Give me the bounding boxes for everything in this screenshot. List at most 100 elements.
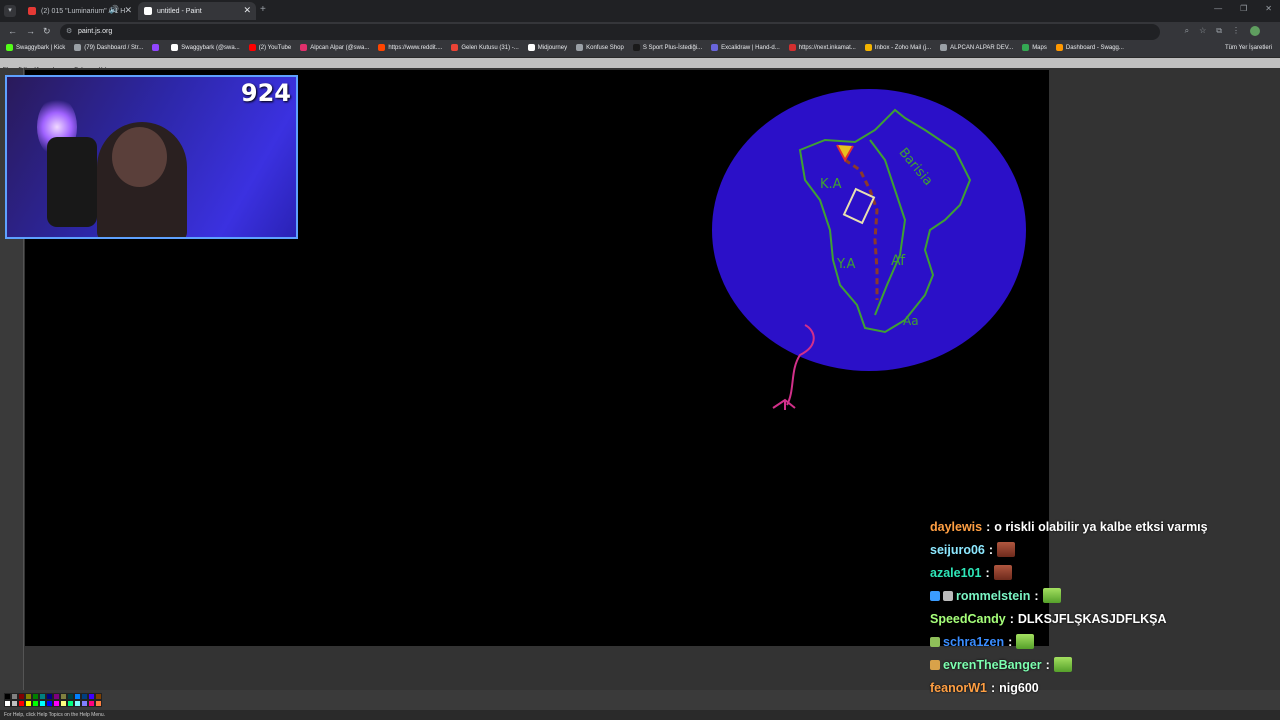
bookmark-item[interactable] xyxy=(152,44,162,51)
bookmark-favicon-icon xyxy=(788,44,796,51)
palette-swatch[interactable] xyxy=(95,693,102,700)
chat-message: daylewis: o riskli olabilir ya kalbe etks… xyxy=(930,515,1270,538)
palette-swatch[interactable] xyxy=(25,700,32,707)
color-palette[interactable] xyxy=(4,693,102,707)
bookmarks-bar: Swaggybark | Kick (79) Dashboard / Str...… xyxy=(0,42,1280,58)
bookmark-label: Midjourney xyxy=(537,44,568,51)
bookmark-item[interactable]: Midjourney xyxy=(527,44,568,51)
bookmark-label: Inbox - Zoho Mail (j... xyxy=(874,44,932,51)
bookmark-item[interactable]: Inbox - Zoho Mail (j... xyxy=(864,44,932,51)
palette-swatch[interactable] xyxy=(74,700,81,707)
extensions-icon[interactable]: ⧉ xyxy=(1216,26,1222,36)
palette-swatch[interactable] xyxy=(32,693,39,700)
bookmark-label: (79) Dashboard / Str... xyxy=(84,44,144,51)
palette-swatch[interactable] xyxy=(18,693,25,700)
chat-username: seijuro06 xyxy=(930,542,985,557)
palette-swatch[interactable] xyxy=(25,693,32,700)
url-input[interactable]: ⚙ paint.js.org xyxy=(60,24,1160,40)
palette-swatch[interactable] xyxy=(39,693,46,700)
map-label-af: Af xyxy=(891,253,906,269)
bookmark-star-icon[interactable]: ☆ xyxy=(1199,26,1206,36)
new-tab-button[interactable]: + xyxy=(260,4,266,15)
palette-swatch[interactable] xyxy=(88,700,95,707)
bookmark-item[interactable]: Dashboard - Swagg... xyxy=(1055,44,1124,51)
menu-icon[interactable]: ⋮ xyxy=(1232,26,1240,36)
bookmark-favicon-icon xyxy=(248,44,256,51)
chat-separator: : xyxy=(1008,634,1013,649)
tab-youtube[interactable]: (2) 015 "Luminarium" // 1 H 🔊 ✕ xyxy=(22,2,137,20)
minimize-icon[interactable]: — xyxy=(1214,4,1222,13)
chat-text: DLKSJFLŞKASJDFLKŞA xyxy=(1017,611,1167,626)
map-label-ka: K.A xyxy=(820,177,842,192)
frog-emote-icon xyxy=(1053,657,1072,672)
chat-message: schra1zen: xyxy=(930,630,1270,653)
palette-swatch[interactable] xyxy=(39,700,46,707)
chat-text: nig600 xyxy=(999,680,1039,695)
bookmark-item[interactable]: https://next.inkamat... xyxy=(788,44,856,51)
bookmark-item[interactable]: ALPCAN ALPAR DEV... xyxy=(940,44,1013,51)
all-bookmarks-button[interactable]: Tüm Yer İşaretleri xyxy=(1225,45,1272,51)
palette-swatch[interactable] xyxy=(67,693,74,700)
forward-icon[interactable]: → xyxy=(26,26,35,36)
back-icon[interactable]: ← xyxy=(8,26,17,36)
close-tab-icon[interactable]: ✕ xyxy=(243,5,251,16)
bookmark-item[interactable]: (2) YouTube xyxy=(248,44,291,51)
zoom-icon[interactable]: ⌕ xyxy=(1185,26,1189,36)
frog-emote-icon xyxy=(1016,634,1035,649)
tab-search-icon[interactable]: ▾ xyxy=(4,5,16,17)
palette-swatch[interactable] xyxy=(46,700,53,707)
bookmark-favicon-icon xyxy=(74,44,82,51)
speaker-icon[interactable]: 🔊 xyxy=(109,5,119,14)
bookmark-item[interactable]: Gelen Kutusu (31) -... xyxy=(451,44,519,51)
palette-swatch[interactable] xyxy=(46,693,53,700)
bookmark-item[interactable]: Swaggybark (@swa... xyxy=(171,44,240,51)
streamer-head xyxy=(112,127,167,187)
palette-swatch[interactable] xyxy=(53,693,60,700)
bookmark-item[interactable]: Maps xyxy=(1022,44,1047,51)
bookmark-item[interactable]: Alpcan Alpar (@swa... xyxy=(300,44,369,51)
palette-swatch[interactable] xyxy=(60,693,67,700)
site-info-icon[interactable]: ⚙ xyxy=(66,24,72,40)
angry-emote-icon xyxy=(993,565,1012,580)
close-tab-icon[interactable]: ✕ xyxy=(124,5,132,16)
maximize-icon[interactable]: ❐ xyxy=(1240,4,1247,13)
status-bar: For Help, click Help Topics on the Help … xyxy=(0,710,1280,720)
bookmark-label: S Sport Plus-İstediği... xyxy=(642,44,703,51)
close-window-icon[interactable]: ✕ xyxy=(1265,4,1272,13)
bookmark-item[interactable]: https://www.reddit.... xyxy=(378,44,442,51)
palette-swatch[interactable] xyxy=(67,700,74,707)
bookmark-item[interactable]: S Sport Plus-İstediği... xyxy=(632,44,703,51)
palette-swatch[interactable] xyxy=(18,700,25,707)
palette-swatch[interactable] xyxy=(32,700,39,707)
palette-swatch[interactable] xyxy=(11,693,18,700)
tab-title: untitled - Paint xyxy=(157,7,202,15)
palette-swatch[interactable] xyxy=(4,693,11,700)
tab-bar: ▾ (2) 015 "Luminarium" // 1 H 🔊 ✕ untitl… xyxy=(0,0,1280,22)
chat-text: o riskli olabilir ya kalbe etksi varmış xyxy=(994,519,1208,534)
palette-swatch[interactable] xyxy=(4,700,11,707)
palette-swatch[interactable] xyxy=(74,693,81,700)
tab-paint[interactable]: untitled - Paint ✕ xyxy=(138,2,256,20)
palette-swatch[interactable] xyxy=(81,693,88,700)
palette-swatch[interactable] xyxy=(81,700,88,707)
palette-swatch[interactable] xyxy=(88,693,95,700)
palette-swatch[interactable] xyxy=(95,700,102,707)
angry-emote-icon xyxy=(997,542,1016,557)
youtube-icon xyxy=(28,7,36,15)
bookmark-item[interactable]: (79) Dashboard / Str... xyxy=(74,44,143,51)
bookmark-favicon-icon xyxy=(1022,44,1030,51)
bookmark-list: Swaggybark | Kick (79) Dashboard / Str...… xyxy=(6,44,1124,51)
palette-swatch[interactable] xyxy=(53,700,60,707)
palette-swatch[interactable] xyxy=(11,700,18,707)
palette-swatch[interactable] xyxy=(60,700,67,707)
bookmark-item[interactable]: Konfuse Shop xyxy=(576,44,624,51)
bookmark-favicon-icon xyxy=(1055,44,1063,51)
bookmark-item[interactable]: Excalidraw | Hand-d... xyxy=(711,44,780,51)
profile-avatar[interactable] xyxy=(1250,26,1260,36)
bookmark-favicon-icon xyxy=(171,44,179,51)
chat-username: daylewis xyxy=(930,519,983,534)
chat-username: feanorW1 xyxy=(930,680,987,695)
reload-icon[interactable]: ↻ xyxy=(43,26,51,37)
bookmark-item[interactable]: Swaggybark | Kick xyxy=(6,44,65,51)
bookmark-label: https://www.reddit.... xyxy=(388,44,443,51)
